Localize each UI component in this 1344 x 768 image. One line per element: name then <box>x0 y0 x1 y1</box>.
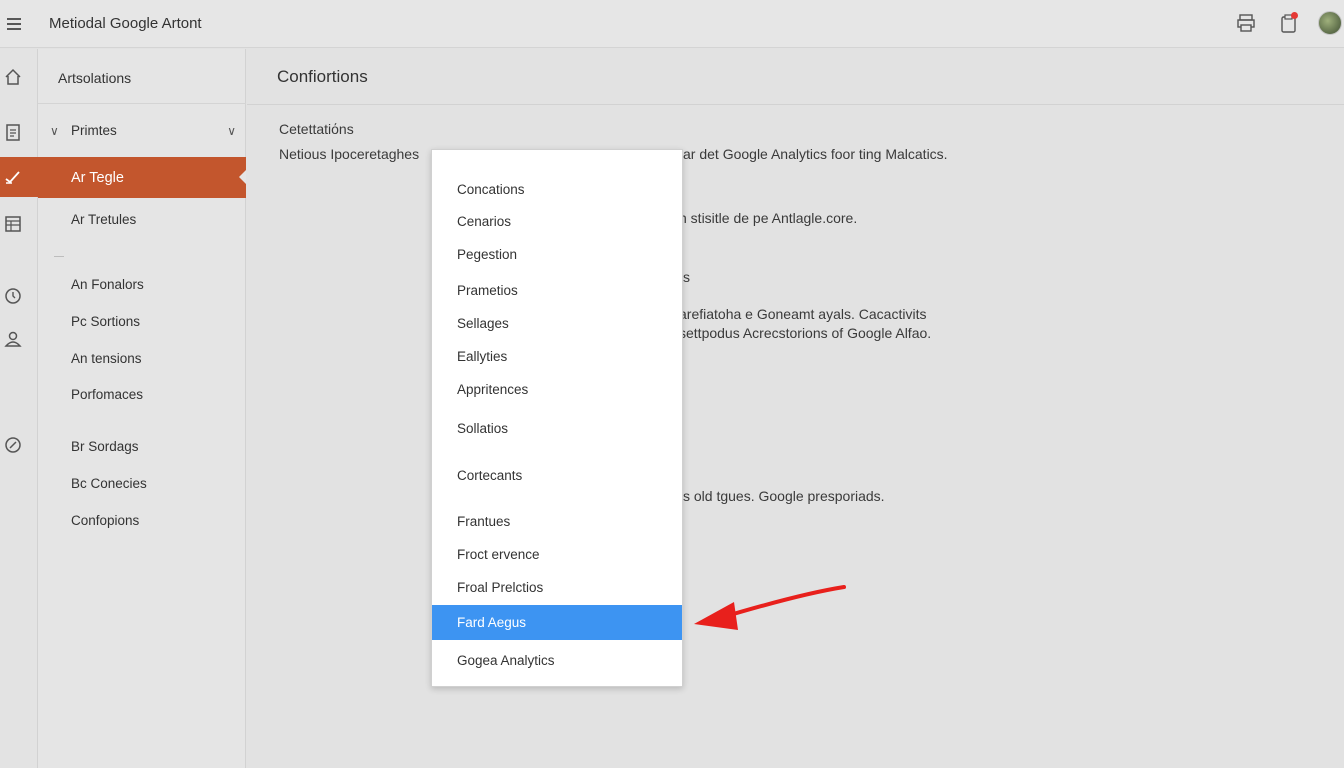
divider <box>54 256 64 257</box>
sidebar-header: Artsolations <box>58 70 132 86</box>
option-label: Cenarios <box>457 214 512 229</box>
table-icon[interactable] <box>3 214 23 234</box>
dropdown-option[interactable]: Cortecants <box>432 461 682 491</box>
option-label: Froct ervence <box>457 547 540 562</box>
option-label: Concations <box>457 182 525 197</box>
option-label: Pegestion <box>457 247 518 262</box>
dropdown-option[interactable]: Sollatios <box>432 414 682 444</box>
hamburger-menu-icon[interactable] <box>4 14 24 34</box>
dropdown-option[interactable]: Appritences <box>432 375 682 405</box>
chevron-down-icon: ∨ <box>227 124 236 138</box>
sidebar: Artsolations ∨ Primtes ∨ Ar Tegle Ar Tre… <box>38 49 246 768</box>
paragraph-line: n stisitle de pe Antlagle.core. <box>679 210 858 226</box>
dropdown-option-selected[interactable]: Fard Aegus <box>432 605 682 640</box>
sidebar-item[interactable]: Pc Sortions <box>71 314 140 329</box>
report-icon[interactable] <box>3 122 23 142</box>
sidebar-item[interactable]: Br Sordags <box>71 439 139 454</box>
option-label: Appritences <box>457 382 529 397</box>
option-label: Sollatios <box>457 421 509 436</box>
app-title: Metiodal Google Artont <box>49 15 202 32</box>
sidebar-item[interactable]: Porfomaces <box>71 387 143 402</box>
sidebar-item[interactable]: An Fonalors <box>71 277 144 292</box>
paragraph-line: s <box>683 269 690 285</box>
sidebar-item[interactable]: Confopions <box>71 513 139 528</box>
top-bar: Metiodal Google Artont <box>0 0 1344 48</box>
sidebar-item-active[interactable]: Ar Tegle <box>38 157 246 198</box>
clipboard-notification-icon[interactable] <box>1278 12 1300 34</box>
option-label: Eallyties <box>457 349 508 364</box>
printer-icon[interactable] <box>1235 12 1257 34</box>
sidebar-item-label: Ar Tegle <box>71 170 124 186</box>
dropdown-option[interactable]: Sellages <box>432 309 682 339</box>
dropdown-option[interactable]: Gogea Analytics <box>432 646 682 676</box>
option-label: Sellages <box>457 316 509 331</box>
dropdown-option[interactable]: Concations <box>432 175 682 205</box>
clock-icon[interactable] <box>3 286 23 306</box>
pulse-icon[interactable] <box>0 157 38 197</box>
option-label: Fard Aegus <box>457 615 527 630</box>
chevron-down-icon: ∨ <box>50 124 59 138</box>
paragraph-line: s old tgues. Google presporiads. <box>683 488 885 504</box>
sidebar-item[interactable]: Bc Conecies <box>71 476 147 491</box>
dropdown-option[interactable]: Eallyties <box>432 342 682 372</box>
sidebar-group-label: Primtes <box>71 123 117 138</box>
user-icon[interactable] <box>3 329 23 349</box>
notification-badge <box>1291 12 1298 19</box>
dropdown-menu: Concations Cenarios Pegestion Prametios … <box>431 149 683 687</box>
dropdown-option[interactable]: Cenarios <box>432 207 682 237</box>
home-icon[interactable] <box>3 67 23 87</box>
dropdown-option[interactable]: Froct ervence <box>432 540 682 570</box>
red-arrow-annotation <box>694 585 846 630</box>
dropdown-option[interactable]: Froal Prelctios <box>432 573 682 603</box>
sidebar-item[interactable]: An tensions <box>71 351 142 366</box>
user-avatar[interactable] <box>1318 11 1342 35</box>
dropdown-option[interactable]: Prametios <box>432 276 682 306</box>
active-indicator <box>239 170 246 184</box>
dropdown-option[interactable]: Pegestion <box>432 240 682 270</box>
paragraph-line: arefiatoha e Goneamt ayals. Cacactivits <box>679 306 927 322</box>
paragraph-line: ar det Google Analytics foor ting Malcat… <box>683 146 948 162</box>
option-label: Froal Prelctios <box>457 580 544 595</box>
option-label: Cortecants <box>457 468 523 483</box>
compass-icon[interactable] <box>3 435 23 455</box>
option-label: Gogea Analytics <box>457 653 555 668</box>
page-title: Confiortions <box>277 67 368 86</box>
option-label: Frantues <box>457 514 511 529</box>
section-label: Cetettatiόns <box>279 121 354 137</box>
sidebar-group-toggle[interactable]: ∨ Primtes ∨ <box>50 123 236 143</box>
icon-rail <box>0 49 38 768</box>
paragraph-line: settpodus Acrecstorions of Google Alfao. <box>679 325 932 341</box>
paragraph-line: Netious Ipoceretaghes <box>279 146 420 162</box>
option-label: Prametios <box>457 283 518 298</box>
sidebar-item[interactable]: Ar Tretules <box>71 212 136 227</box>
divider <box>38 103 246 104</box>
dropdown-option[interactable]: Frantues <box>432 507 682 537</box>
divider <box>247 104 1344 105</box>
